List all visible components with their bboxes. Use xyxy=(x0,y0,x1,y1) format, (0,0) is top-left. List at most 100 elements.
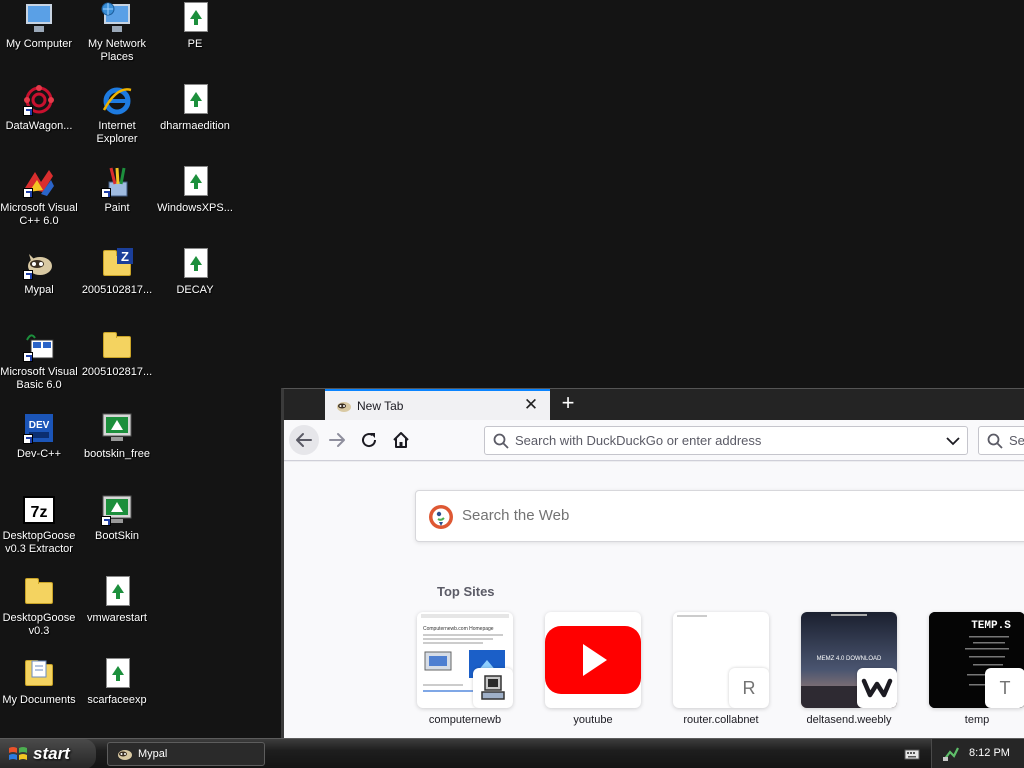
desktop-icon-decay[interactable]: DECAY xyxy=(156,248,234,297)
tab-title: New Tab xyxy=(357,399,404,413)
top-site-tile[interactable]: TEMP.S T temp xyxy=(929,612,1024,726)
desktop-icon-bootskin[interactable]: BootSkin xyxy=(78,494,156,543)
desktop-icon-label: DesktopGoose v0.3 Extractor xyxy=(2,530,76,555)
site-thumbnail: R xyxy=(673,612,769,708)
close-icon[interactable]: ✕ xyxy=(522,396,540,414)
tab-new-tab[interactable]: New Tab ✕ xyxy=(325,389,550,420)
keyboard-icon[interactable] xyxy=(904,747,920,764)
thumbnail-text: TEMP.S xyxy=(971,620,1011,632)
top-site-label: router.collabnet xyxy=(683,714,759,726)
desktop-icon-paint[interactable]: Paint xyxy=(78,166,156,215)
home-icon[interactable] xyxy=(386,425,416,455)
desktop-icon-label: 2005102817... xyxy=(81,366,153,378)
desktop-icon-devcpp[interactable]: DEV Dev-C++ xyxy=(0,412,78,461)
taskbar-button-mypal[interactable]: Mypal xyxy=(107,742,265,766)
7zip-icon: 7z xyxy=(23,494,55,526)
search-bar[interactable]: Se xyxy=(978,426,1024,455)
mypal-icon xyxy=(335,399,351,413)
desktop-icon-label: vmwarestart xyxy=(87,612,147,624)
desktop-icon-internet-explorer[interactable]: Internet Explorer xyxy=(78,84,156,146)
paint-icon xyxy=(101,166,133,198)
document-icon xyxy=(179,248,211,280)
desktop-icon-folder[interactable]: 2005102817... xyxy=(78,330,156,379)
desktop-icon-scarfaceexp[interactable]: scarfaceexp xyxy=(78,658,156,707)
site-letter-badge: R xyxy=(729,668,769,708)
chevron-down-icon[interactable] xyxy=(946,435,960,450)
devcpp-icon: DEV xyxy=(23,412,55,444)
search-icon xyxy=(493,433,509,452)
mypal-icon xyxy=(116,747,132,764)
desktop-icon-my-computer[interactable]: My Computer xyxy=(0,2,78,51)
desktop-icon-label: Paint xyxy=(104,202,130,214)
computer-icon xyxy=(473,668,513,708)
network-places-icon xyxy=(101,2,133,34)
url-input[interactable]: Search with DuckDuckGo or enter address xyxy=(515,433,761,448)
document-icon xyxy=(179,84,211,116)
new-tab-button[interactable]: + xyxy=(556,391,580,417)
zip-folder-icon: Z xyxy=(101,248,133,280)
desktop-icon-vmwarestart[interactable]: vmwarestart xyxy=(78,576,156,625)
reload-icon[interactable] xyxy=(354,425,384,455)
desktop-icon-zip-folder[interactable]: Z 2005102817... xyxy=(78,248,156,297)
search-icon xyxy=(987,433,1003,452)
desktop-icon-label: Microsoft Visual C++ 6.0 xyxy=(0,202,78,227)
desktop-icon-desktopgoose-extractor[interactable]: 7z DesktopGoose v0.3 Extractor xyxy=(0,494,78,556)
top-site-label: computernewb xyxy=(428,714,502,726)
start-label: start xyxy=(33,744,70,763)
bootskin-icon xyxy=(101,494,133,526)
site-thumbnail: MEMZ 4.0 DOWNLOAD xyxy=(801,612,897,708)
desktop-icon-label: BootSkin xyxy=(94,530,140,542)
desktop-icon-label: DesktopGoose v0.3 xyxy=(2,612,76,637)
desktop-icon-windowsxps[interactable]: WindowsXPS... xyxy=(156,166,234,215)
desktop-icon-desktopgoose[interactable]: DesktopGoose v0.3 xyxy=(0,576,78,638)
desktop-icon-visual-cpp[interactable]: Microsoft Visual C++ 6.0 xyxy=(0,166,78,228)
forward-arrow-icon[interactable] xyxy=(322,425,352,455)
desktop-icon-network-places[interactable]: My Network Places xyxy=(78,2,156,64)
visual-cpp-icon xyxy=(23,166,55,198)
top-site-tile[interactable]: youtube xyxy=(545,612,641,726)
svg-text:Z: Z xyxy=(121,249,129,264)
web-search-box[interactable]: Search the Web xyxy=(415,490,1024,542)
browser-window[interactable]: New Tab ✕ + Search with DuckDuckGo or en… xyxy=(281,388,1024,738)
top-site-label: temp xyxy=(964,714,990,726)
start-button[interactable]: start xyxy=(0,739,96,768)
url-bar[interactable]: Search with DuckDuckGo or enter address xyxy=(484,426,968,455)
top-site-label: youtube xyxy=(573,714,613,726)
site-thumbnail: Computernewb.com Homepage xyxy=(417,612,513,708)
desktop-icon-bootskin-free[interactable]: bootskin_free xyxy=(78,412,156,461)
network-tray-icon[interactable] xyxy=(942,746,960,765)
svg-text:DEV: DEV xyxy=(29,420,50,431)
search-bar-input[interactable]: Se xyxy=(1009,433,1024,448)
bootskin-icon xyxy=(101,412,133,444)
back-arrow-icon[interactable] xyxy=(289,425,319,455)
top-site-label: deltasend.weebly xyxy=(806,714,892,726)
document-icon xyxy=(101,576,133,608)
taskbar: start Mypal 8:12 PM xyxy=(0,738,1024,768)
my-computer-icon xyxy=(23,2,55,34)
desktop-icon-label: My Documents xyxy=(2,694,76,706)
top-site-tile[interactable]: MEMZ 4.0 DOWNLOAD deltasend.weebly xyxy=(801,612,897,726)
desktop-icon-my-documents[interactable]: My Documents xyxy=(0,658,78,707)
taskbar-button-label: Mypal xyxy=(138,748,168,760)
mypal-icon xyxy=(23,248,55,280)
svg-text:7z: 7z xyxy=(31,504,48,521)
desktop-icon-dharmaedition[interactable]: dharmaedition xyxy=(156,84,234,133)
my-documents-icon xyxy=(23,658,55,690)
folder-icon xyxy=(101,330,133,362)
desktop-icon-datawagon[interactable]: DataWagon... xyxy=(0,84,78,133)
desktop-icon-label: scarfaceexp xyxy=(87,694,147,706)
desktop-icon-mypal[interactable]: Mypal xyxy=(0,248,78,297)
web-search-input[interactable]: Search the Web xyxy=(462,507,569,524)
top-site-tile[interactable]: R router.collabnet xyxy=(673,612,769,726)
desktop-icon-visual-basic[interactable]: Microsoft Visual Basic 6.0 xyxy=(0,330,78,392)
clock: 8:12 PM xyxy=(969,747,1010,759)
top-site-tile[interactable]: Computernewb.com Homepage computernewb xyxy=(417,612,513,726)
desktop-icon-label: DataWagon... xyxy=(5,120,73,132)
site-thumbnail: TEMP.S T xyxy=(929,612,1024,708)
weebly-icon xyxy=(857,668,897,708)
desktop-icon-label: Internet Explorer xyxy=(96,120,138,145)
desktop-icon-pe[interactable]: PE xyxy=(156,2,234,51)
youtube-icon xyxy=(545,626,641,694)
folder-icon xyxy=(23,576,55,608)
system-tray: 8:12 PM xyxy=(931,739,1024,768)
